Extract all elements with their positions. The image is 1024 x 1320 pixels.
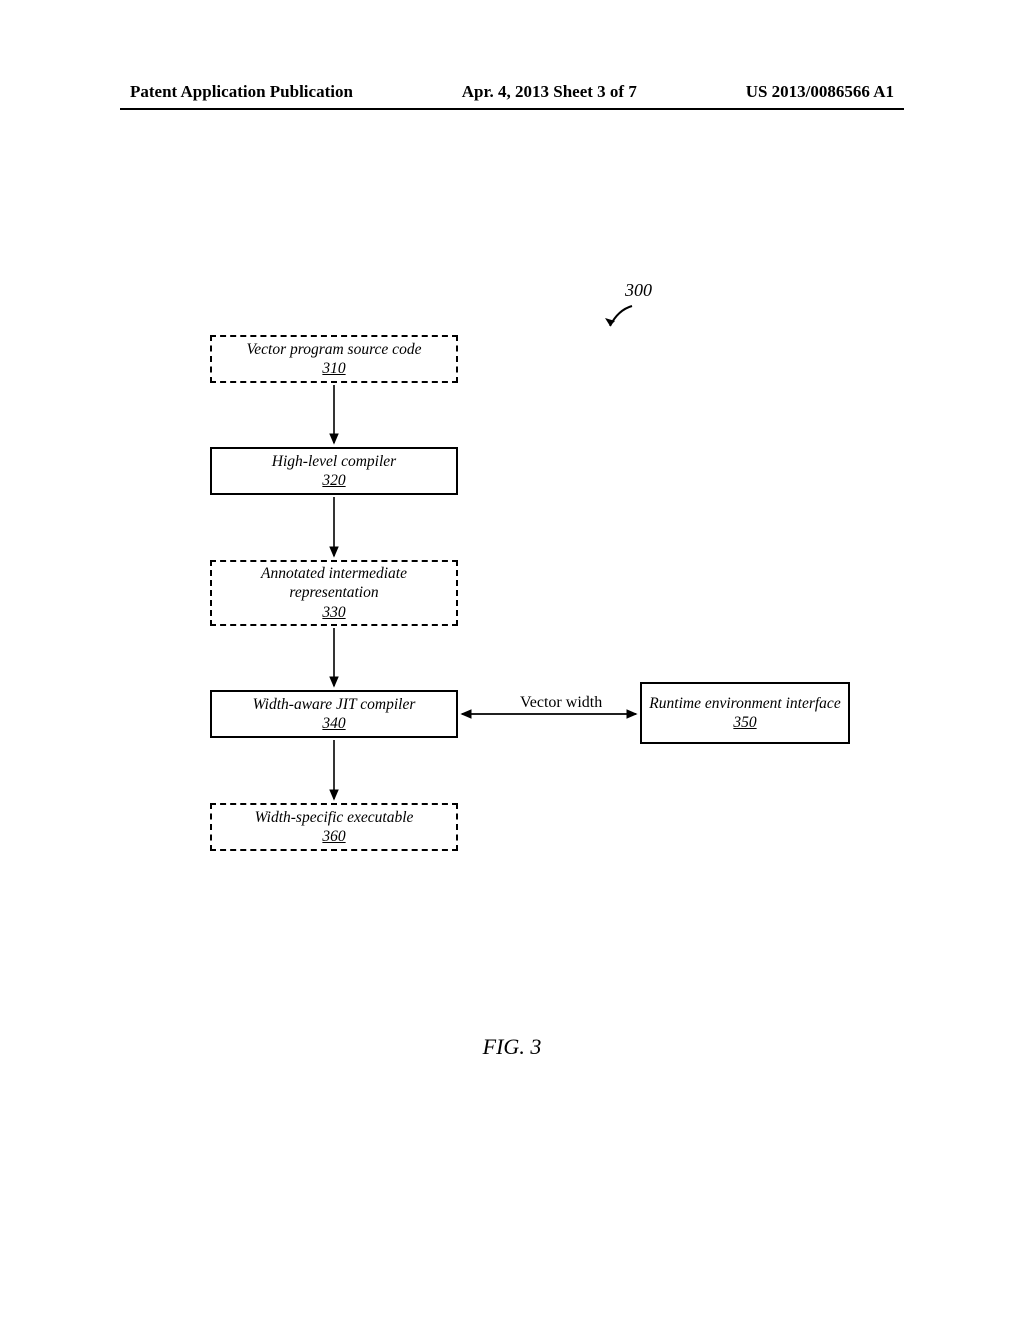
box-refnum: 350	[733, 713, 756, 732]
box-width-aware-jit-compiler: Width-aware JIT compiler 340	[210, 690, 458, 738]
box-label: Width-aware JIT compiler	[253, 695, 416, 714]
box-width-specific-executable: Width-specific executable 360	[210, 803, 458, 851]
box-refnum: 320	[322, 471, 345, 490]
header-separator	[120, 108, 904, 110]
box-label: High-level compiler	[272, 452, 396, 471]
box-vector-program-source-code: Vector program source code 310	[210, 335, 458, 383]
ref-leader-arrow-icon	[600, 304, 640, 334]
box-annotated-intermediate-representation: Annotated intermediate representation 33…	[210, 560, 458, 626]
edge-label-vector-width: Vector width	[520, 694, 602, 712]
box-refnum: 360	[322, 827, 345, 846]
box-refnum: 340	[322, 714, 345, 733]
box-label: Vector program source code	[247, 340, 422, 359]
box-refnum: 310	[322, 359, 345, 378]
diagram-arrows	[0, 290, 1024, 990]
box-refnum: 330	[322, 603, 345, 622]
box-runtime-environment-interface: Runtime environment interface 350	[640, 682, 850, 744]
diagram-ref-number: 300	[625, 280, 652, 301]
page-header: Patent Application Publication Apr. 4, 2…	[0, 82, 1024, 102]
box-label: Annotated intermediate representation	[218, 564, 450, 603]
header-center: Apr. 4, 2013 Sheet 3 of 7	[462, 82, 637, 102]
header-right: US 2013/0086566 A1	[746, 82, 894, 102]
box-label: Runtime environment interface	[649, 694, 840, 713]
box-label: Width-specific executable	[255, 808, 414, 827]
box-high-level-compiler: High-level compiler 320	[210, 447, 458, 495]
figure-label: FIG. 3	[0, 1034, 1024, 1060]
header-left: Patent Application Publication	[130, 82, 353, 102]
